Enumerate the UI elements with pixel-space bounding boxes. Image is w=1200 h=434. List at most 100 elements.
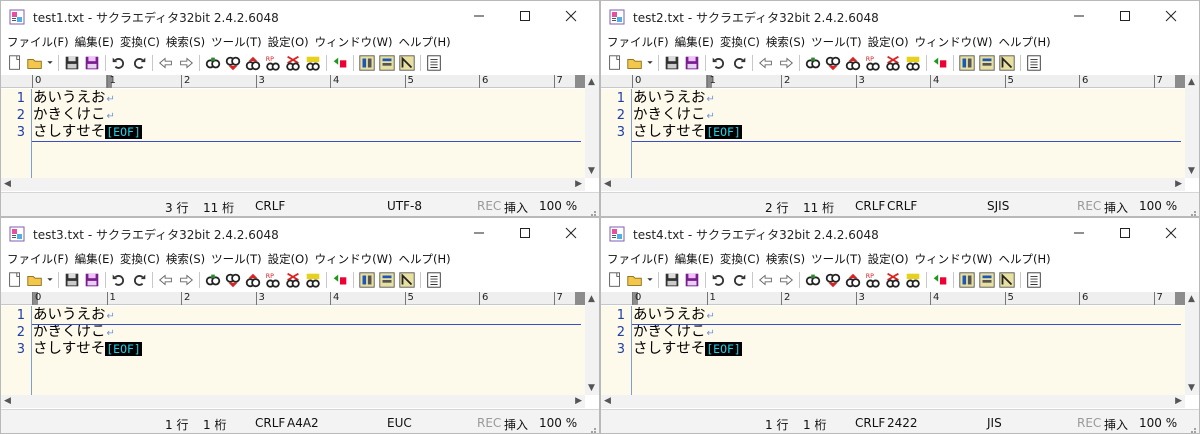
search-prev-icon[interactable] xyxy=(243,53,263,73)
status-row[interactable]: 1 行 xyxy=(165,416,188,433)
vertical-scrollbar[interactable]: ▲ ▼ xyxy=(585,292,599,395)
undo-icon[interactable] xyxy=(709,270,729,290)
compare-icon[interactable] xyxy=(357,53,377,73)
menu-item[interactable]: 編集(E) xyxy=(75,251,114,267)
jump-forward-icon[interactable] xyxy=(176,53,196,73)
new-file-icon[interactable] xyxy=(605,270,625,290)
outline-icon[interactable] xyxy=(377,270,397,290)
scroll-up-arrow-icon[interactable]: ▲ xyxy=(588,77,595,87)
jump-back-icon[interactable] xyxy=(156,53,176,73)
status-eol[interactable]: CRLF xyxy=(855,416,885,430)
undo-icon[interactable] xyxy=(109,53,129,73)
outline-icon[interactable] xyxy=(977,270,997,290)
grep-icon[interactable] xyxy=(903,53,923,73)
menu-item[interactable]: 検索(S) xyxy=(166,34,205,50)
text-line[interactable]: 3 さしすせそ[EOF] xyxy=(601,124,1185,141)
search-icon[interactable] xyxy=(803,270,823,290)
search-next-icon[interactable] xyxy=(823,53,843,73)
status-char-code[interactable]: 2422 xyxy=(887,416,918,430)
save-icon[interactable] xyxy=(62,270,82,290)
replace-icon[interactable]: RP xyxy=(863,270,883,290)
redo-icon[interactable] xyxy=(729,270,749,290)
grep-icon[interactable] xyxy=(903,270,923,290)
new-file-icon[interactable] xyxy=(5,53,25,73)
status-column[interactable]: 11 桁 xyxy=(203,199,234,216)
text-area[interactable]: 1 あいうえお↵ 2 かきくけこ↵ 3 さしすせそ[EOF] xyxy=(601,89,1185,178)
status-char-code[interactable]: CRLF xyxy=(887,199,917,213)
tag-jump-icon[interactable] xyxy=(930,270,950,290)
status-zoom[interactable]: 100 % xyxy=(1139,199,1177,213)
open-dropdown-icon[interactable] xyxy=(645,270,655,290)
menu-item[interactable]: ヘルプ(H) xyxy=(999,34,1051,50)
status-rec[interactable]: REC xyxy=(1077,416,1101,430)
save-all-icon[interactable] xyxy=(82,53,102,73)
clear-mark-icon[interactable] xyxy=(883,270,903,290)
scroll-down-arrow-icon[interactable]: ▼ xyxy=(588,166,595,176)
text-area[interactable]: 1 あいうえお↵ 2 かきくけこ↵ 3 さしすせそ[EOF] xyxy=(1,306,585,395)
function-list-icon[interactable] xyxy=(997,53,1017,73)
resize-grip-icon[interactable] xyxy=(1187,205,1197,216)
redo-icon[interactable] xyxy=(129,53,149,73)
maximize-button[interactable] xyxy=(1113,5,1137,27)
status-zoom[interactable]: 100 % xyxy=(539,199,577,213)
grep-icon[interactable] xyxy=(303,53,323,73)
redo-icon[interactable] xyxy=(129,270,149,290)
search-icon[interactable] xyxy=(203,53,223,73)
status-column[interactable]: 1 桁 xyxy=(203,416,226,433)
scroll-up-arrow-icon[interactable]: ▲ xyxy=(588,294,595,304)
compare-icon[interactable] xyxy=(957,270,977,290)
save-icon[interactable] xyxy=(662,270,682,290)
text-line[interactable]: 3 さしすせそ[EOF] xyxy=(1,124,585,141)
function-list-icon[interactable] xyxy=(397,53,417,73)
horizontal-scrollbar[interactable]: ◀ ▶ xyxy=(601,395,1185,408)
menu-item[interactable]: ウィンドウ(W) xyxy=(315,251,393,267)
minimize-button[interactable] xyxy=(1067,5,1091,27)
resize-grip-icon[interactable] xyxy=(1187,422,1197,433)
status-row[interactable]: 1 行 xyxy=(765,416,788,433)
settings-list-icon[interactable] xyxy=(1024,53,1044,73)
jump-forward-icon[interactable] xyxy=(176,270,196,290)
horizontal-scrollbar[interactable]: ◀ ▶ xyxy=(1,178,585,191)
scroll-left-arrow-icon[interactable]: ◀ xyxy=(604,396,611,406)
resize-grip-icon[interactable] xyxy=(587,205,597,216)
menu-item[interactable]: ツール(T) xyxy=(811,251,862,267)
menu-item[interactable]: ファイル(F) xyxy=(607,251,669,267)
text-line[interactable]: 2 かきくけこ↵ xyxy=(1,107,585,124)
scroll-left-arrow-icon[interactable]: ◀ xyxy=(604,179,611,189)
vertical-scrollbar[interactable]: ▲ ▼ xyxy=(1185,75,1199,178)
menu-item[interactable]: 編集(E) xyxy=(675,251,714,267)
scroll-right-arrow-icon[interactable]: ▶ xyxy=(1175,179,1182,189)
text-line[interactable]: 1 あいうえお↵ xyxy=(1,90,585,107)
clear-mark-icon[interactable] xyxy=(283,270,303,290)
undo-icon[interactable] xyxy=(709,53,729,73)
minimize-button[interactable] xyxy=(1067,222,1091,244)
tag-jump-icon[interactable] xyxy=(330,53,350,73)
text-line[interactable]: 1 あいうえお↵ xyxy=(601,307,1185,324)
status-row[interactable]: 3 行 xyxy=(165,199,188,216)
save-all-icon[interactable] xyxy=(682,53,702,73)
maximize-button[interactable] xyxy=(1113,222,1137,244)
status-row[interactable]: 2 行 xyxy=(765,199,788,216)
text-line[interactable]: 3 さしすせそ[EOF] xyxy=(601,341,1185,358)
menu-item[interactable]: ウィンドウ(W) xyxy=(915,34,993,50)
settings-list-icon[interactable] xyxy=(1024,270,1044,290)
settings-list-icon[interactable] xyxy=(424,270,444,290)
status-insert-mode[interactable]: 挿入 xyxy=(1104,416,1128,433)
clear-mark-icon[interactable] xyxy=(883,53,903,73)
search-next-icon[interactable] xyxy=(223,53,243,73)
maximize-button[interactable] xyxy=(513,5,537,27)
status-rec[interactable]: REC xyxy=(477,199,501,213)
status-zoom[interactable]: 100 % xyxy=(539,416,577,430)
menu-item[interactable]: ファイル(F) xyxy=(7,251,69,267)
text-area[interactable]: 1 あいうえお↵ 2 かきくけこ↵ 3 さしすせそ[EOF] xyxy=(1,89,585,178)
jump-forward-icon[interactable] xyxy=(776,53,796,73)
text-line[interactable]: 2 かきくけこ↵ xyxy=(601,107,1185,124)
menu-item[interactable]: 編集(E) xyxy=(75,34,114,50)
replace-icon[interactable]: RP xyxy=(263,270,283,290)
title-bar[interactable]: test1.txt - サクラエディタ32bit 2.4.2.6048 xyxy=(1,1,599,33)
menu-item[interactable]: 検索(S) xyxy=(766,34,805,50)
status-insert-mode[interactable]: 挿入 xyxy=(504,416,528,433)
undo-icon[interactable] xyxy=(109,270,129,290)
function-list-icon[interactable] xyxy=(397,270,417,290)
clear-mark-icon[interactable] xyxy=(283,53,303,73)
